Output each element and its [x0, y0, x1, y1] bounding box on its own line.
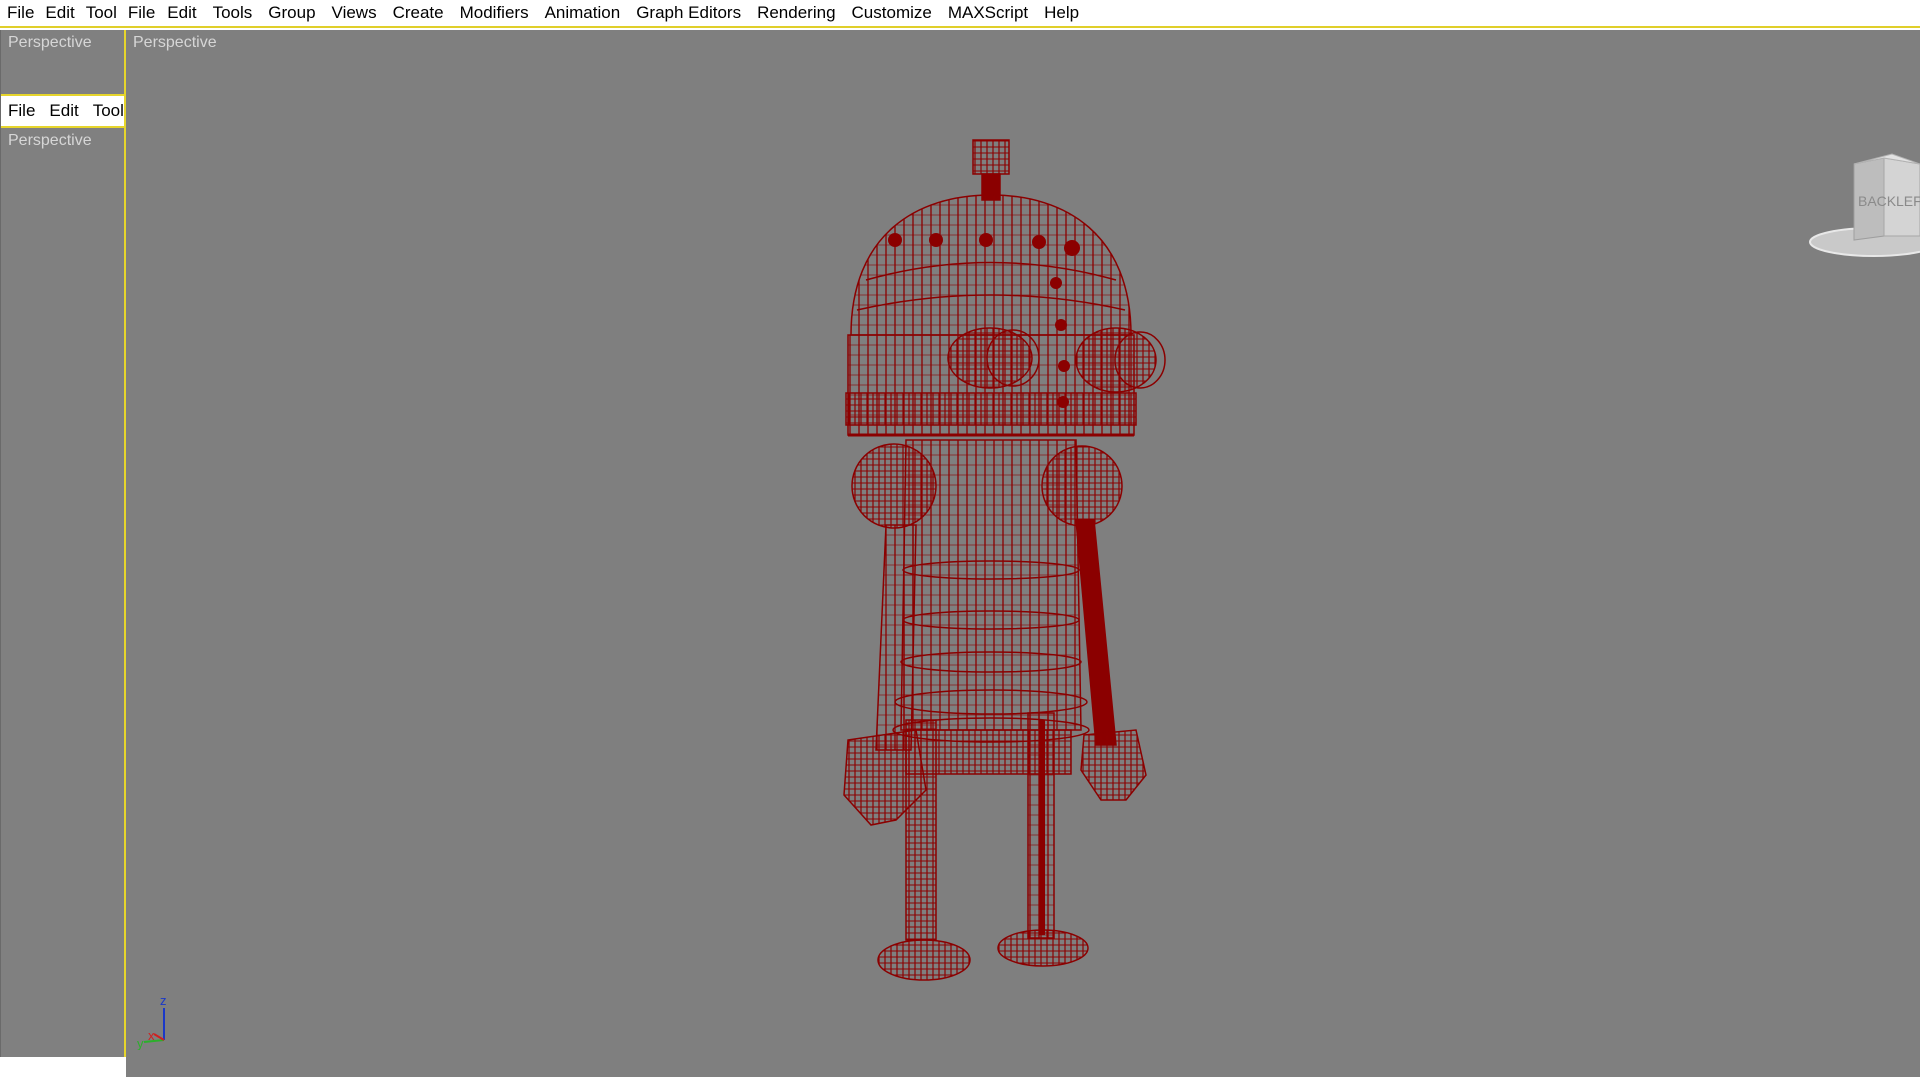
- left-bottom-viewport-label[interactable]: Perspective: [8, 132, 92, 150]
- nested-menu-file[interactable]: File: [1, 101, 42, 121]
- axis-z-label: z: [160, 993, 167, 1008]
- main-menubar: File Edit Tool File Edit Tools Group Vie…: [0, 0, 1920, 28]
- nested-menu-tool[interactable]: Tool: [86, 101, 124, 121]
- menu-maxscript[interactable]: MAXScript: [940, 0, 1036, 26]
- menu-tools[interactable]: Tools: [205, 0, 261, 26]
- menu-views[interactable]: Views: [324, 0, 385, 26]
- axis-tripod-icon: z y x: [137, 993, 167, 1050]
- nested-menubar: File Edit Tool: [1, 96, 124, 128]
- nested-menu-edit[interactable]: Edit: [42, 101, 85, 121]
- menu-rendering[interactable]: Rendering: [749, 0, 843, 26]
- perspective-viewport[interactable]: Perspective BACK LEF z y x: [126, 30, 1920, 1077]
- axis-x-label: x: [148, 1028, 155, 1043]
- menu-edit-1[interactable]: Edit: [38, 0, 78, 26]
- menu-create[interactable]: Create: [385, 0, 452, 26]
- viewcube-icon[interactable]: BACK LEFT: [1800, 134, 1920, 259]
- menu-modifiers[interactable]: Modifiers: [452, 0, 537, 26]
- left-top-viewport[interactable]: Perspective: [1, 30, 124, 96]
- menu-file[interactable]: File: [121, 0, 159, 26]
- menu-animation[interactable]: Animation: [537, 0, 629, 26]
- menu-group[interactable]: Group: [260, 0, 323, 26]
- robot-wireframe-model[interactable]: [126, 30, 1920, 1077]
- viewcube-face-left[interactable]: LEFT: [1896, 193, 1920, 209]
- menu-tool-1[interactable]: Tool: [79, 0, 121, 26]
- menu-help[interactable]: Help: [1036, 0, 1087, 26]
- left-nested-viewport-panel[interactable]: Perspective File Edit Tool Perspective: [0, 30, 126, 1057]
- menu-customize[interactable]: Customize: [844, 0, 940, 26]
- menu-edit[interactable]: Edit: [159, 0, 204, 26]
- menu-file-1[interactable]: File: [0, 0, 38, 26]
- left-top-viewport-label[interactable]: Perspective: [8, 34, 92, 52]
- axis-y-label: y: [137, 1036, 144, 1050]
- menu-graph-editors[interactable]: Graph Editors: [628, 0, 749, 26]
- left-panel-footer: [0, 1057, 126, 1077]
- viewcube-face-back[interactable]: BACK: [1858, 193, 1897, 209]
